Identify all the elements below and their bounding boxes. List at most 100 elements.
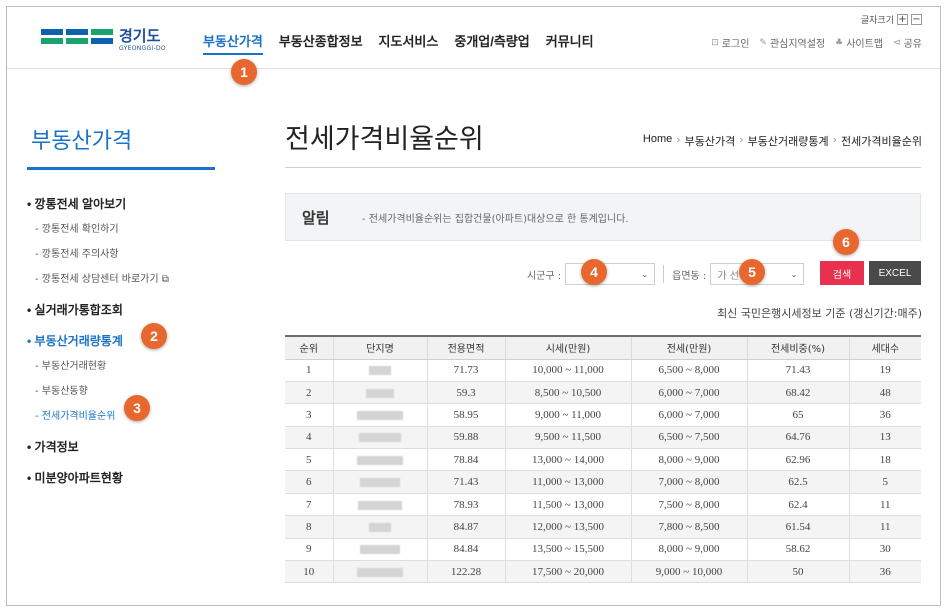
column-header-market-price[interactable]: 시세(만원)	[504, 335, 631, 360]
redacted-complex-name	[358, 500, 402, 510]
cell-market-price: 8,500 ~ 10,500	[504, 381, 631, 405]
cell-market-price: 12,000 ~ 13,500	[504, 515, 631, 539]
table-row[interactable]: 2 59.3 8,500 ~ 10,500 6,000 ~ 7,000 68.42 48	[285, 381, 921, 405]
column-header-jeonse-ratio[interactable]: 전세비중(%)	[746, 335, 849, 360]
cell-households: 11	[848, 493, 921, 517]
breadcrumb-item[interactable]: 부동산거래량통계	[748, 133, 829, 149]
excel-download-button[interactable]: EXCEL	[869, 261, 921, 285]
sidebar-item-unsold-apartments[interactable]: • 미분양아파트현황	[27, 469, 217, 486]
login-link[interactable]: ⊡ 로그인	[711, 35, 749, 51]
table-row[interactable]: 9 84.84 13,500 ~ 15,500 8,000 ~ 9,000 58.62 3…	[285, 538, 921, 562]
table-row[interactable]: 3 58.95 9,000 ~ 11,000 6,000 ~ 7,000 65 36	[285, 403, 921, 427]
cell-households: 36	[848, 403, 921, 427]
gyeonggi-logo[interactable]: 경기도 GYEONGGI-DO	[41, 25, 171, 55]
table-row[interactable]: 7 78.93 11,500 ~ 13,000 7,500 ~ 8,000 62.4 11	[285, 493, 921, 517]
column-header-rank[interactable]: 순위	[285, 335, 333, 360]
cell-rank: 10	[285, 560, 333, 584]
table-row[interactable]: 4 59.88 9,500 ~ 11,500 6,500 ~ 7,500 64.76 13	[285, 426, 921, 450]
page-frame: 경기도 GYEONGGI-DO 부동산가격 부동산종합정보 지도서비스 중개업/…	[6, 6, 941, 606]
font-size-control: 글자크기 + −	[861, 13, 922, 26]
redacted-complex-name	[360, 478, 400, 488]
sitemap-link[interactable]: ♣ 사이트맵	[835, 35, 883, 51]
sidebar-subitem-jeonse-verify[interactable]: - 깡통전세 확인하기	[35, 220, 217, 235]
sidebar-subitem-transaction-status[interactable]: - 부동산거래현황	[35, 357, 217, 372]
sidebar-item-jeonse-check[interactable]: • 깡통전세 알아보기	[27, 195, 217, 212]
cell-rank: 1	[285, 359, 333, 382]
sidebar-title: 부동산가격	[31, 128, 133, 153]
breadcrumb-current: 전세가격비율순위	[841, 135, 922, 148]
cell-rank: 7	[285, 493, 333, 517]
sidebar-item-transaction-lookup[interactable]: • 실거래가통합조회	[27, 301, 217, 318]
sigungu-label: 시군구 :	[527, 270, 562, 282]
share-icon: ⊲	[893, 37, 901, 48]
sidebar-item-price-info[interactable]: • 가격정보	[27, 438, 217, 455]
cell-households: 36	[848, 560, 921, 584]
table-row[interactable]: 10 122.28 17,500 ~ 20,000 9,000 ~ 10,000 50 3…	[285, 560, 921, 584]
cell-jeonse-ratio: 68.42	[746, 381, 849, 405]
table-row[interactable]: 8 84.87 12,000 ~ 13,500 7,800 ~ 8,500 61.54 1…	[285, 515, 921, 539]
cell-complex-name	[332, 538, 427, 562]
cell-market-price: 13,500 ~ 15,500	[504, 538, 631, 562]
sidebar-subitem-jeonse-caution[interactable]: - 깡통전세 주의사항	[35, 245, 217, 260]
cell-jeonse-ratio: 62.96	[746, 448, 849, 472]
sigungu-select[interactable]: ⌄	[565, 263, 656, 285]
cell-market-price: 9,500 ~ 11,500	[504, 426, 631, 450]
cell-jeonse-ratio: 58.62	[746, 538, 849, 562]
login-icon: ⊡	[711, 37, 719, 48]
site-header: 경기도 GYEONGGI-DO 부동산가격 부동산종합정보 지도서비스 중개업/…	[7, 7, 940, 69]
column-header-jeonse-price[interactable]: 전세(만원)	[630, 335, 747, 360]
sidebar-item-transaction-stats[interactable]: • 부동산거래량통계	[27, 332, 217, 349]
cell-area: 71.43	[426, 470, 505, 494]
cell-jeonse-ratio: 61.54	[746, 515, 849, 539]
cell-jeonse-price: 6,500 ~ 8,000	[630, 359, 747, 382]
cell-area: 59.88	[426, 426, 505, 450]
gnb-item-brokerage[interactable]: 중개업/측량업	[454, 31, 529, 55]
breadcrumb-separator-icon: ›	[739, 133, 744, 146]
cell-area: 78.93	[426, 493, 505, 517]
breadcrumb: Home › 부동산가격 › 부동산거래량통계 › 전세가격비율순위	[643, 133, 922, 149]
cell-area: 84.84	[426, 538, 505, 562]
cell-jeonse-ratio: 64.76	[746, 426, 849, 450]
breadcrumb-item[interactable]: 부동산가격	[685, 133, 736, 149]
cell-complex-name	[332, 403, 427, 427]
jeonse-ratio-table: 순위 단지명 전용면적 시세(만원) 전세(만원) 전세비중(%) 세대수 1 7…	[285, 335, 921, 584]
redacted-complex-name	[360, 545, 400, 555]
cell-complex-name	[332, 470, 427, 494]
column-header-area[interactable]: 전용면적	[426, 335, 505, 360]
cell-jeonse-price: 9,000 ~ 10,000	[630, 560, 747, 584]
sidebar-subitem-jeonse-center[interactable]: - 깡통전세 상담센터 바로가기 ⧉	[35, 270, 217, 285]
table-row[interactable]: 1 71.73 10,000 ~ 11,000 6,500 ~ 8,000 71.43 1…	[285, 359, 921, 382]
sitemap-icon: ♣	[835, 37, 844, 48]
column-header-complex-name[interactable]: 단지명	[332, 335, 427, 360]
gnb-item-real-estate-info[interactable]: 부동산종합정보	[279, 31, 363, 55]
sidebar-subitem-market-trend[interactable]: - 부동산동향	[35, 382, 217, 397]
notice-box: 알림 - 전세가격비율순위는 집합건물(아파트)대상으로 한 통계입니다.	[285, 193, 921, 241]
cell-complex-name	[332, 448, 427, 472]
cell-households: 5	[848, 470, 921, 494]
share-link[interactable]: ⊲ 공유	[893, 35, 922, 51]
gnb-item-map-service[interactable]: 지도서비스	[379, 31, 439, 55]
cell-jeonse-ratio: 62.4	[746, 493, 849, 517]
cell-area: 122.28	[426, 560, 505, 584]
cell-rank: 4	[285, 426, 333, 450]
search-button[interactable]: 검색	[820, 261, 864, 285]
column-header-households[interactable]: 세대수	[848, 335, 921, 360]
redacted-complex-name	[359, 433, 401, 443]
gnb-item-real-estate-price[interactable]: 부동산가격	[203, 31, 263, 55]
font-increase-button[interactable]: +	[897, 14, 908, 25]
cell-jeonse-ratio: 50	[746, 560, 849, 584]
redacted-complex-name	[369, 366, 391, 376]
table-row[interactable]: 5 78.84 13,000 ~ 14,000 8,000 ~ 9,000 62.96 1…	[285, 448, 921, 472]
logo-mark-icon	[41, 29, 113, 51]
chevron-down-icon: ⌄	[641, 269, 649, 279]
annotation-marker: 1	[231, 59, 257, 85]
cell-complex-name	[332, 359, 427, 382]
interest-area-link[interactable]: ✎ 관심지역설정	[759, 35, 825, 51]
cell-area: 71.73	[426, 359, 505, 382]
cell-households: 18	[848, 448, 921, 472]
breadcrumb-home[interactable]: Home	[643, 133, 672, 149]
font-decrease-button[interactable]: −	[911, 14, 922, 25]
gnb-item-community[interactable]: 커뮤니티	[546, 31, 594, 55]
table-row[interactable]: 6 71.43 11,000 ~ 13,000 7,000 ~ 8,000 62.5 5	[285, 470, 921, 494]
annotation-marker: 3	[124, 395, 150, 421]
